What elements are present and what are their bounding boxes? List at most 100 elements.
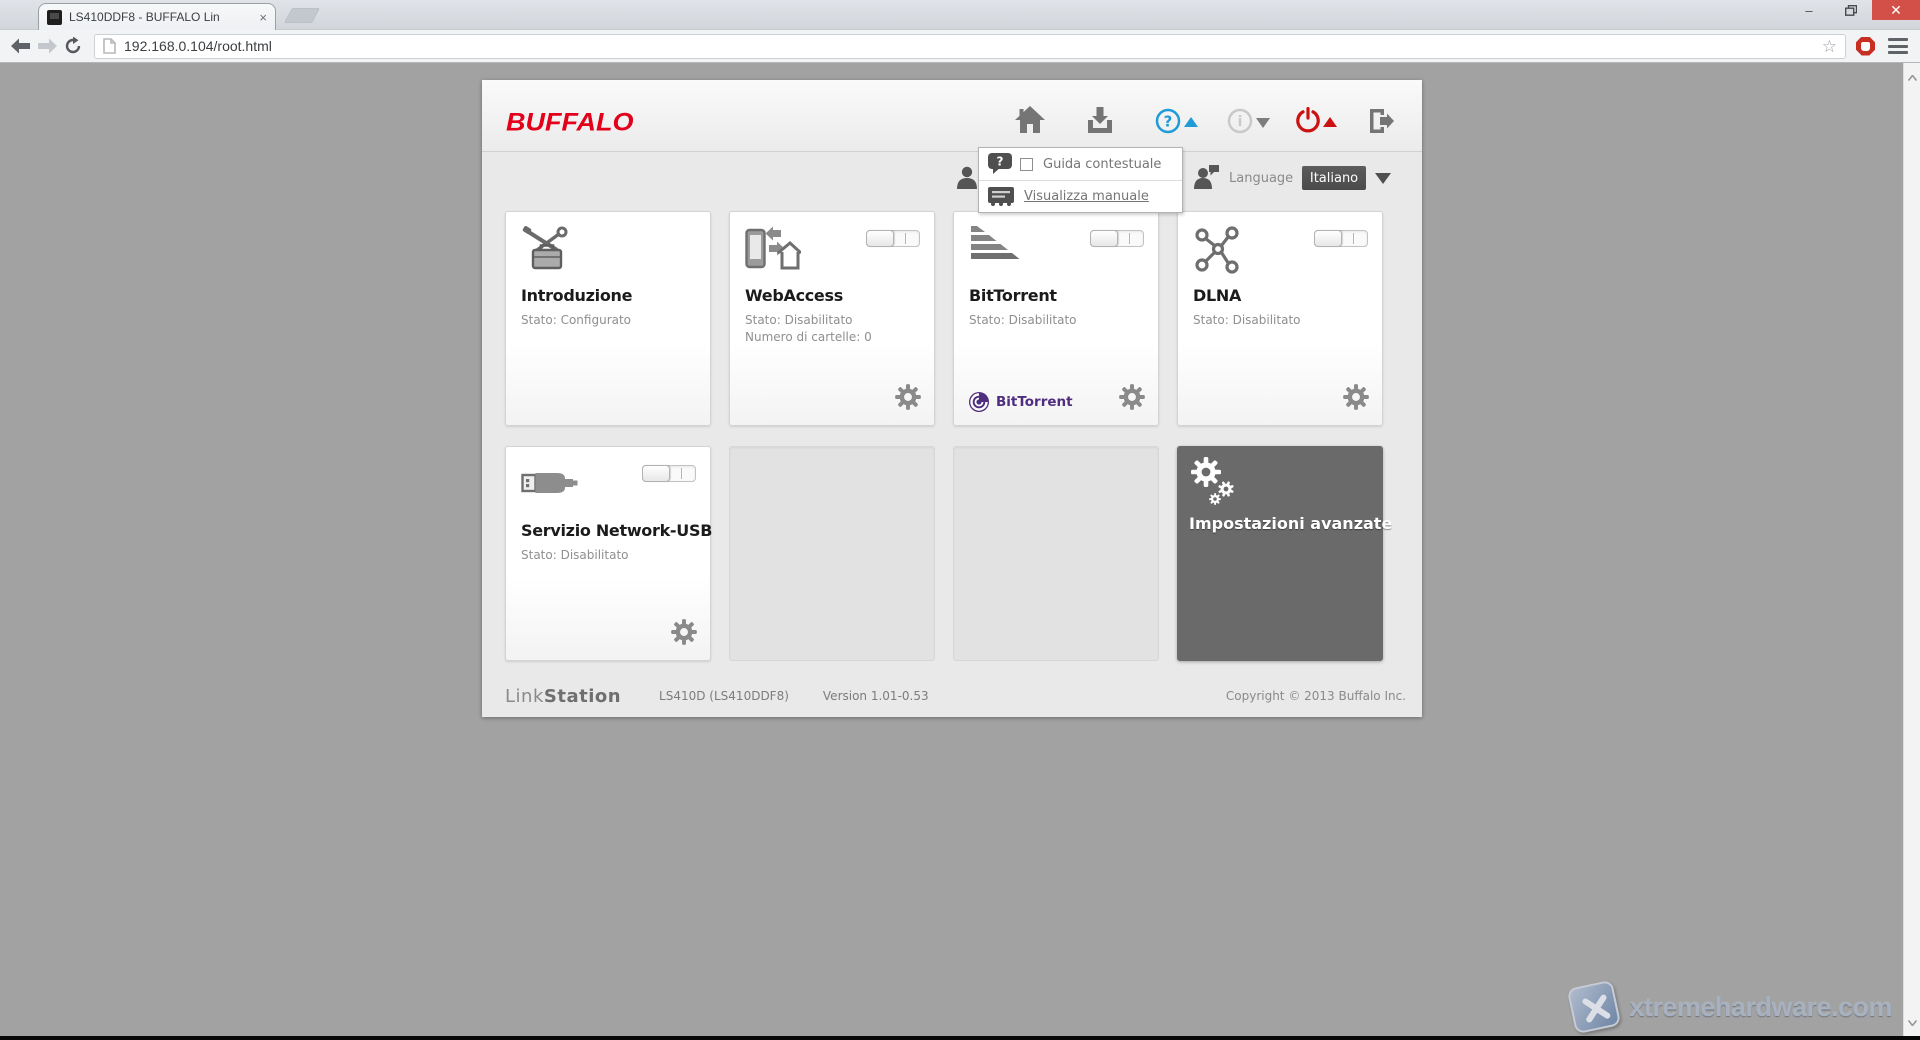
manual-icon bbox=[988, 187, 1014, 206]
card-network-usb[interactable]: Servizio Network-USB Stato: Disabilitato bbox=[505, 446, 711, 661]
bittorrent-brand: BitTorrent bbox=[968, 391, 1073, 413]
bittorrent-toggle[interactable] bbox=[1090, 230, 1144, 247]
restore-button[interactable] bbox=[1830, 0, 1872, 20]
vertical-scrollbar[interactable] bbox=[1903, 63, 1920, 1040]
card-status: Stato: Disabilitato bbox=[969, 312, 1076, 329]
dlna-settings-button[interactable] bbox=[1342, 383, 1370, 415]
chrome-menu-button[interactable] bbox=[1888, 38, 1908, 54]
gear-icon bbox=[670, 618, 698, 646]
nas-dashboard: BUFFALO ? i bbox=[482, 80, 1422, 717]
card-title: BitTorrent bbox=[969, 286, 1057, 305]
network-usb-settings-button[interactable] bbox=[670, 618, 698, 650]
window-controls: – ✕ bbox=[1788, 0, 1920, 20]
minimize-button[interactable]: – bbox=[1788, 0, 1830, 20]
help-dropdown-menu: ? Guida contestuale Visualizza manuale bbox=[978, 147, 1183, 213]
help-button[interactable]: ? bbox=[1155, 108, 1181, 138]
browser-tab[interactable]: LS410DDF8 - BUFFALO Lin × bbox=[38, 3, 276, 30]
home-icon bbox=[1015, 106, 1045, 133]
page-viewport: BUFFALO ? i bbox=[0, 63, 1920, 1040]
close-button[interactable]: ✕ bbox=[1872, 0, 1920, 20]
reload-button[interactable] bbox=[60, 33, 86, 59]
bittorrent-stack-icon bbox=[969, 226, 1025, 266]
screen-bottom-edge bbox=[0, 1036, 1920, 1040]
advanced-gears-icon bbox=[1190, 456, 1246, 512]
power-menu-arrow-icon[interactable] bbox=[1323, 117, 1337, 127]
url-text[interactable]: 192.168.0.104/root.html bbox=[124, 38, 1822, 54]
webaccess-toggle[interactable] bbox=[866, 230, 920, 247]
scroll-down-icon[interactable] bbox=[1908, 1020, 1917, 1026]
tab-title: LS410DDF8 - BUFFALO Lin bbox=[69, 10, 241, 24]
user-button[interactable] bbox=[956, 165, 978, 193]
gear-icon bbox=[894, 383, 922, 411]
site-footer: LinkStation LS410D (LS410DDF8) Version 1… bbox=[505, 684, 1406, 708]
browser-titlebar: LS410DDF8 - BUFFALO Lin × – ✕ bbox=[0, 0, 1920, 30]
copyright-label: Copyright © 2013 Buffalo Inc. bbox=[1226, 689, 1406, 703]
card-status: Stato: Disabilitato Numero di cartelle: … bbox=[745, 312, 872, 346]
home-button[interactable] bbox=[1015, 106, 1045, 137]
logout-icon bbox=[1368, 109, 1394, 133]
version-label: Version 1.01-0.53 bbox=[823, 689, 929, 703]
reload-icon bbox=[64, 37, 82, 55]
url-bar[interactable]: 192.168.0.104/root.html ☆ bbox=[94, 34, 1846, 59]
card-title: Introduzione bbox=[521, 286, 632, 305]
help-menu-open-arrow-icon[interactable] bbox=[1184, 117, 1198, 127]
tab-favicon-icon bbox=[47, 10, 62, 25]
card-dlna[interactable]: DLNA Stato: Disabilitato bbox=[1177, 211, 1383, 426]
dlna-toggle[interactable] bbox=[1314, 230, 1368, 247]
browser-toolbar: 192.168.0.104/root.html ☆ bbox=[0, 30, 1920, 63]
card-advanced-settings[interactable]: Impostazioni avanzate bbox=[1177, 446, 1383, 661]
network-usb-toggle[interactable] bbox=[642, 465, 696, 482]
user-icon bbox=[956, 165, 978, 189]
tab-close-icon[interactable]: × bbox=[259, 11, 267, 24]
buffalo-logo: BUFFALO bbox=[506, 108, 634, 137]
gear-icon bbox=[1342, 383, 1370, 411]
forward-button[interactable] bbox=[34, 33, 60, 59]
card-introduzione[interactable]: Introduzione Stato: Configurato bbox=[505, 211, 711, 426]
power-button[interactable] bbox=[1295, 107, 1321, 137]
back-icon bbox=[11, 38, 31, 54]
back-button[interactable] bbox=[8, 33, 34, 59]
scroll-up-icon[interactable] bbox=[1908, 75, 1917, 81]
bittorrent-brand-text: BitTorrent bbox=[996, 394, 1073, 410]
language-label: Language bbox=[1229, 171, 1293, 186]
card-webaccess[interactable]: WebAccess Stato: Disabilitato Numero di … bbox=[729, 211, 935, 426]
new-tab-button[interactable] bbox=[284, 8, 320, 23]
webaccess-settings-button[interactable] bbox=[894, 383, 922, 415]
logout-button[interactable] bbox=[1368, 109, 1394, 137]
xtremehardware-logo-icon bbox=[1567, 980, 1622, 1035]
bittorrent-logo-icon bbox=[968, 391, 990, 413]
context-help-label: Guida contestuale bbox=[1043, 157, 1161, 172]
usb-plug-icon bbox=[521, 469, 579, 501]
extension-stop-icon[interactable] bbox=[1856, 37, 1875, 56]
language-select[interactable]: Italiano bbox=[1302, 166, 1366, 190]
dlna-network-icon bbox=[1193, 226, 1243, 278]
view-manual-link[interactable]: Visualizza manuale bbox=[1024, 189, 1149, 204]
page-icon bbox=[103, 38, 116, 54]
bookmark-star-icon[interactable]: ☆ bbox=[1822, 38, 1837, 55]
info-icon: i bbox=[1227, 108, 1253, 134]
info-button[interactable]: i bbox=[1227, 108, 1253, 138]
card-title: Servizio Network-USB bbox=[521, 521, 712, 540]
bittorrent-settings-button[interactable] bbox=[1118, 383, 1146, 415]
help-icon: ? bbox=[1155, 108, 1181, 134]
svg-text:i: i bbox=[1238, 114, 1243, 130]
service-cards-grid: Introduzione Stato: Configurato WebAcces… bbox=[505, 211, 1383, 661]
context-help-checkbox[interactable] bbox=[1020, 158, 1033, 171]
card-title: WebAccess bbox=[745, 286, 843, 305]
browser-window: LS410DDF8 - BUFFALO Lin × – ✕ 192.168.0.… bbox=[0, 0, 1920, 1040]
webaccess-icon bbox=[745, 226, 801, 274]
info-menu-arrow-icon[interactable] bbox=[1256, 118, 1270, 128]
card-bittorrent[interactable]: BitTorrent Stato: Disabilitato BitTorren… bbox=[953, 211, 1159, 426]
empty-card-slot bbox=[729, 446, 935, 661]
svg-text:?: ? bbox=[1164, 113, 1173, 131]
advanced-settings-title: Impostazioni avanzate bbox=[1189, 514, 1392, 533]
download-button[interactable] bbox=[1087, 107, 1113, 138]
empty-card-slot bbox=[953, 446, 1159, 661]
menu-item-view-manual[interactable]: Visualizza manuale bbox=[979, 180, 1182, 212]
toolbox-icon bbox=[521, 226, 573, 276]
language-dropdown-arrow-icon[interactable] bbox=[1375, 173, 1391, 184]
menu-item-context-help[interactable]: ? Guida contestuale bbox=[979, 148, 1182, 180]
download-icon bbox=[1087, 107, 1113, 134]
watermark: xtremehardware.com bbox=[1571, 984, 1892, 1030]
card-status: Stato: Disabilitato bbox=[521, 547, 628, 564]
